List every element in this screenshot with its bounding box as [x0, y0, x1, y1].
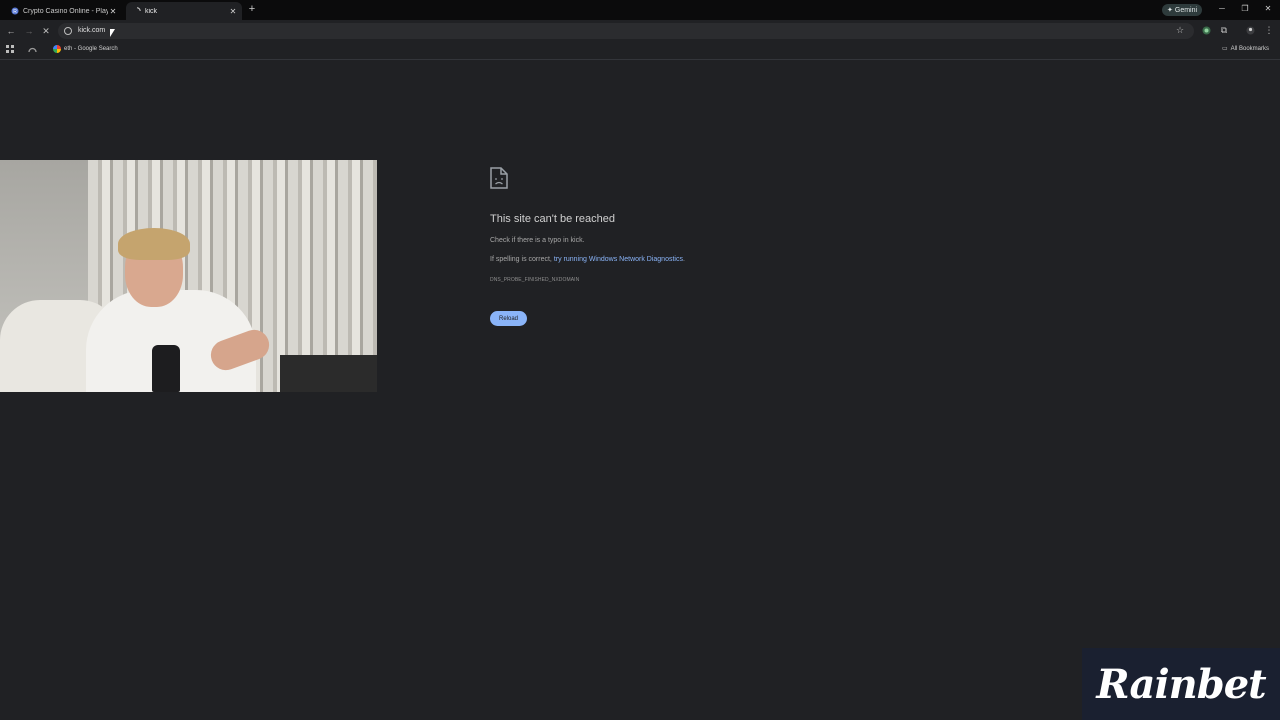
tab-title: kick [145, 7, 158, 15]
tab-title: Crypto Casino Online - Play wit [23, 7, 108, 15]
mouse-cursor-icon [110, 29, 115, 37]
sad-document-icon [490, 167, 508, 194]
menu-kebab-icon[interactable]: ⋮ [1264, 25, 1274, 35]
bookmark-favicon-icon[interactable] [28, 45, 37, 53]
stop-loading-icon[interactable]: ✕ [40, 25, 52, 37]
gemini-label: Gemini [1174, 6, 1198, 14]
tab-close-icon[interactable]: ✕ [108, 7, 118, 16]
tab-kick[interactable]: kick ✕ [126, 2, 242, 20]
sponsor-logo-text: Rainbet [1096, 660, 1266, 708]
apps-grid-icon[interactable] [6, 45, 14, 53]
bookmark-label: eth - Google Search [64, 46, 118, 52]
reload-button[interactable]: Reload [490, 311, 527, 326]
casino-favicon-icon: R [10, 7, 19, 16]
error-title: This site can't be reached [490, 213, 616, 225]
folder-icon: ▭ [1222, 46, 1228, 52]
person-hair [118, 228, 190, 260]
site-info-icon[interactable] [64, 27, 72, 35]
sparkle-icon: ✦ [1167, 7, 1173, 14]
google-icon [53, 45, 61, 53]
error-message-diagnostics: If spelling is correct, try running Wind… [490, 256, 685, 263]
microphone-icon [152, 345, 180, 392]
extension-icon[interactable] [1201, 25, 1211, 35]
restore-button[interactable]: ❐ [1240, 4, 1250, 13]
webcam-overlay [0, 160, 377, 392]
desk-equipment [280, 355, 377, 392]
diagnostics-prefix: If spelling is correct, [490, 256, 554, 263]
error-message-typo: Check if there is a typo in kick. [490, 237, 585, 244]
profile-avatar-icon[interactable] [1245, 25, 1255, 35]
window-close-button[interactable]: ✕ [1263, 4, 1273, 13]
forward-arrow-icon[interactable]: → [23, 25, 35, 37]
tab-close-icon[interactable]: ✕ [228, 7, 238, 16]
error-code: DNS_PROBE_FINISHED_NXDOMAIN [490, 277, 580, 283]
new-tab-button[interactable]: + [246, 3, 258, 15]
gemini-button[interactable]: ✦ Gemini [1162, 4, 1203, 16]
diagnostics-suffix: . [682, 256, 685, 263]
puzzle-extensions-icon[interactable]: ⧉ [1219, 25, 1229, 35]
bookmark-star-icon[interactable]: ☆ [1176, 25, 1184, 36]
tab-crypto-casino[interactable]: R Crypto Casino Online - Play wit ✕ [4, 2, 122, 20]
back-arrow-icon[interactable]: ← [5, 25, 17, 37]
all-bookmarks-button[interactable]: ▭ All Bookmarks [1222, 45, 1270, 53]
diagnostics-link[interactable]: try running Windows Network Diagnostics [554, 256, 683, 263]
minimize-button[interactable]: ─ [1217, 4, 1227, 13]
address-bar[interactable] [58, 23, 1194, 39]
bookmark-eth-google-search[interactable]: eth - Google Search [53, 45, 118, 53]
svg-text:R: R [13, 9, 17, 15]
sponsor-logo: Rainbet [1082, 648, 1280, 720]
all-bookmarks-label: All Bookmarks [1230, 45, 1270, 52]
loading-spinner-icon [132, 7, 141, 16]
address-text[interactable]: kick.com [78, 27, 105, 34]
bookmarks-bar [0, 42, 1280, 60]
